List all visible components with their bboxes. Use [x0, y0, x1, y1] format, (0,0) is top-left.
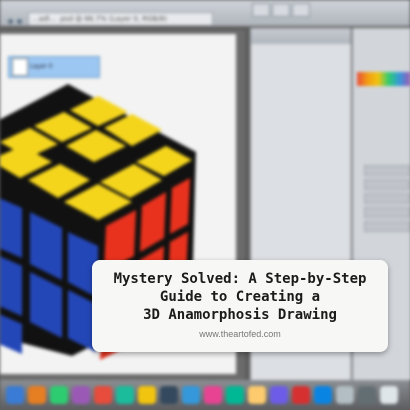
title-bar: ...adl... .psd @ 66.7% (Layer 0, RGB/8) [0, 0, 410, 26]
adjustment-item[interactable] [364, 193, 410, 204]
app-icon[interactable] [358, 386, 376, 404]
document-tab[interactable]: ...adl... .psd @ 66.7% (Layer 0, RGB/8) [28, 12, 213, 26]
caption-url[interactable]: www.theartofed.com [92, 329, 388, 339]
app-icon[interactable] [336, 386, 354, 404]
window-controls[interactable] [8, 9, 26, 28]
minimize-dot-icon[interactable] [17, 19, 22, 24]
caption-title: Mystery Solved: A Step-by-Step Guide to … [100, 270, 380, 324]
app-icon[interactable] [138, 386, 156, 404]
app-icon[interactable] [226, 386, 244, 404]
color-swatches[interactable] [357, 72, 410, 86]
app-icon[interactable] [292, 386, 310, 404]
app-icon[interactable] [182, 386, 200, 404]
app-icon[interactable] [314, 386, 332, 404]
app-icon[interactable] [72, 386, 90, 404]
app-icon[interactable] [270, 386, 288, 404]
layers-panel-header[interactable] [251, 28, 351, 44]
app-icon[interactable] [28, 386, 46, 404]
adjustments-list [364, 165, 410, 245]
adjustment-item[interactable] [364, 207, 410, 218]
layer-name: Layer 0 [30, 63, 53, 70]
adjustment-item[interactable] [364, 221, 410, 232]
app-icon[interactable] [160, 386, 178, 404]
app-icon[interactable] [248, 386, 266, 404]
finder-icon[interactable] [6, 386, 24, 404]
caption-title-line: Guide to Creating a [159, 289, 321, 305]
trash-icon[interactable] [380, 386, 398, 404]
layer-thumbnail [12, 58, 28, 76]
app-icon[interactable] [116, 386, 134, 404]
close-dot-icon[interactable] [8, 19, 13, 24]
adjustment-item[interactable] [364, 165, 410, 176]
app-icon[interactable] [94, 386, 112, 404]
dock [0, 380, 410, 410]
caption-title-line: Mystery Solved: A Step-by-Step [113, 271, 367, 287]
app-icon[interactable] [50, 386, 68, 404]
caption-card: Mystery Solved: A Step-by-Step Guide to … [92, 260, 388, 352]
toolbar-button[interactable] [292, 3, 310, 17]
toolbar-button[interactable] [272, 3, 290, 17]
toolbar-button[interactable] [252, 3, 270, 17]
adjustment-item[interactable] [364, 179, 410, 190]
app-icon[interactable] [204, 386, 222, 404]
caption-title-line: 3D Anamorphosis Drawing [143, 307, 337, 323]
